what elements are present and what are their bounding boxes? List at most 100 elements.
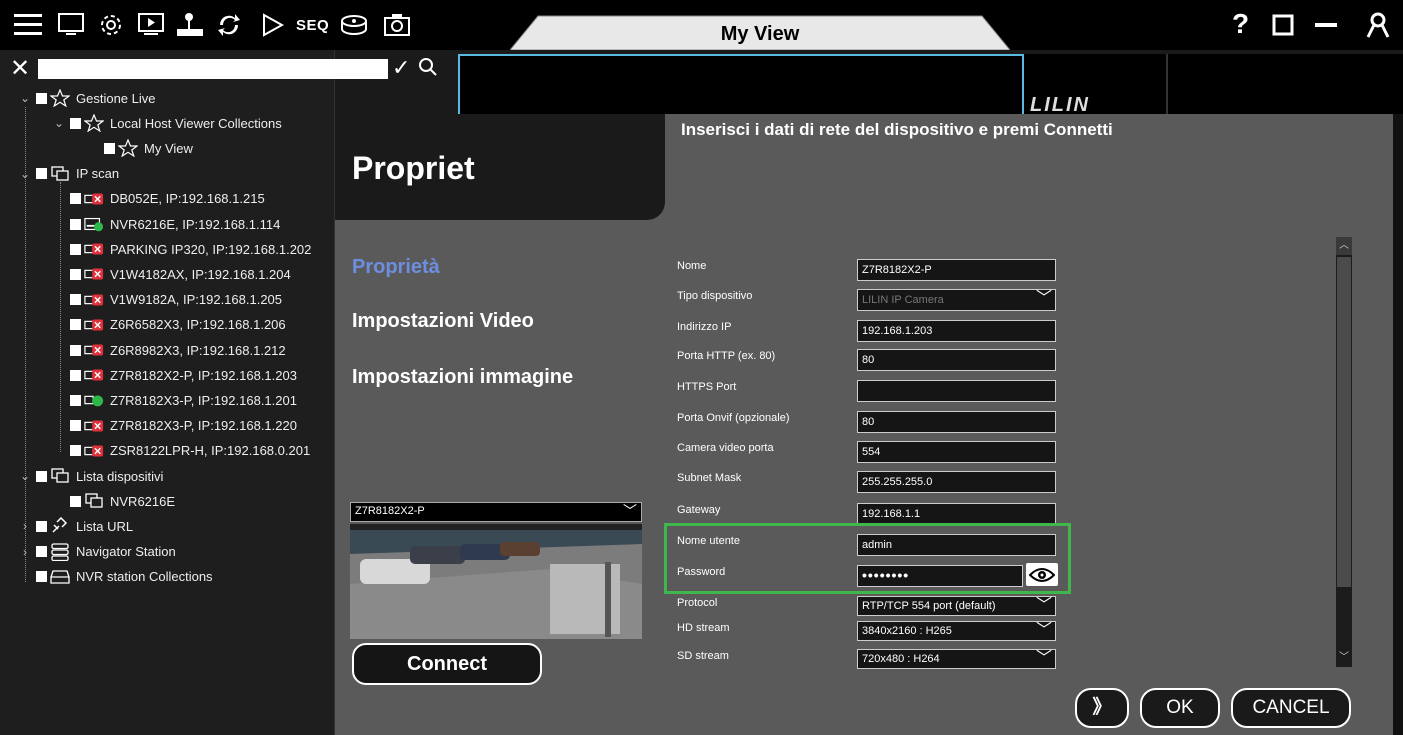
- storage-disk-icon[interactable]: [340, 10, 368, 40]
- tree-node-device[interactable]: DB052E, IP:192.168.1.215: [52, 187, 265, 211]
- ip-address-input[interactable]: 192.168.1.203: [857, 320, 1056, 342]
- sd-stream-select[interactable]: 720x480 : H264 ﹀: [857, 649, 1056, 669]
- tree-node-label: Navigator Station: [76, 544, 176, 560]
- playback-screen-icon[interactable]: [138, 10, 164, 40]
- selected-video-tile[interactable]: [458, 54, 1024, 116]
- tree-node-device[interactable]: PARKING IP320, IP:192.168.1.202: [52, 237, 311, 261]
- tree-node-my-view[interactable]: My View: [86, 136, 193, 160]
- tree-node-navigator-station[interactable]: › Navigator Station: [18, 540, 176, 564]
- tree-checkbox[interactable]: [70, 495, 81, 507]
- onvif-port-input[interactable]: 80: [857, 411, 1056, 433]
- tree-node-device[interactable]: Z7R8182X3-P, IP:192.168.1.201: [52, 388, 297, 412]
- tree-node-label: Local Host Viewer Collections: [110, 115, 282, 131]
- tree-node-ip-scan[interactable]: ⌄ IP scan: [18, 162, 119, 186]
- tree-checkbox[interactable]: [70, 294, 81, 306]
- chevron-down-icon[interactable]: ⌄: [18, 167, 32, 181]
- tree-node-nvr6216e[interactable]: NVR6216E: [52, 489, 175, 513]
- hd-stream-select[interactable]: 3840x2160 : H265 ﹀: [857, 621, 1056, 641]
- protocol-select[interactable]: RTP/TCP 554 port (default) ﹀: [857, 596, 1056, 616]
- tree-checkbox[interactable]: [36, 546, 47, 558]
- tree-node-local-host-collections[interactable]: ⌄ Local Host Viewer Collections: [52, 111, 282, 135]
- search-icon[interactable]: [418, 57, 438, 83]
- tree-checkbox[interactable]: [36, 520, 47, 532]
- subnet-mask-label: Subnet Mask: [677, 472, 742, 484]
- tree-node-lista-url[interactable]: › Lista URL: [18, 514, 133, 538]
- tree-node-label: DB052E, IP:192.168.1.215: [110, 191, 265, 207]
- tree-checkbox[interactable]: [104, 142, 115, 154]
- nav-properties[interactable]: Proprietà: [352, 256, 440, 279]
- tree-checkbox[interactable]: [70, 369, 81, 381]
- name-label: Nome: [677, 260, 707, 272]
- tree-checkbox[interactable]: [70, 243, 81, 255]
- joystick-icon[interactable]: [175, 10, 205, 40]
- gateway-input[interactable]: 192.168.1.1: [857, 503, 1056, 525]
- minimize-icon[interactable]: [1314, 10, 1338, 40]
- credentials-highlight: [664, 523, 1071, 594]
- tree-checkbox[interactable]: [70, 319, 81, 331]
- video-port-input[interactable]: 554: [857, 441, 1056, 463]
- tree-checkbox[interactable]: [70, 394, 81, 406]
- next-button[interactable]: 》: [1075, 688, 1129, 728]
- connect-button[interactable]: Connect: [352, 643, 542, 685]
- tree-checkbox[interactable]: [36, 470, 47, 482]
- confirm-search-icon[interactable]: ✓: [392, 55, 410, 81]
- tree-checkbox[interactable]: [70, 268, 81, 280]
- nav-image-settings[interactable]: Impostazioni immagine: [352, 366, 573, 389]
- nav-video-settings[interactable]: Impostazioni Video: [352, 310, 534, 333]
- settings-gear-icon[interactable]: [98, 10, 124, 40]
- camera-offline-icon: [84, 367, 104, 383]
- chevron-down-icon[interactable]: ⌄: [18, 91, 32, 105]
- maximize-icon[interactable]: [1272, 10, 1294, 40]
- ok-button[interactable]: OK: [1140, 688, 1220, 728]
- device-type-select[interactable]: LILIN IP Camera ﹀: [857, 289, 1056, 311]
- scroll-down-icon[interactable]: ﹀: [1336, 649, 1352, 667]
- chevron-down-icon[interactable]: ⌄: [18, 469, 32, 483]
- subnet-mask-input[interactable]: 255.255.255.0: [857, 471, 1056, 493]
- tree-node-label: V1W4182AX, IP:192.168.1.204: [110, 266, 291, 282]
- view-tab[interactable]: My View: [510, 14, 1010, 50]
- tree-node-gestione-live[interactable]: ⌄ Gestione Live: [18, 86, 156, 110]
- http-port-input[interactable]: 80: [857, 349, 1056, 371]
- play-icon[interactable]: [262, 10, 284, 40]
- tree-checkbox[interactable]: [70, 445, 81, 457]
- tree-checkbox[interactable]: [70, 420, 81, 432]
- tree-node-lista-dispositivi[interactable]: ⌄ Lista dispositivi: [18, 464, 163, 488]
- tree-node-device[interactable]: Z7R8182X3-P, IP:192.168.1.220: [52, 414, 297, 438]
- tree-checkbox[interactable]: [36, 168, 47, 180]
- tree-node-device[interactable]: Z6R8982X3, IP:192.168.1.212: [52, 338, 286, 362]
- fields-scrollbar[interactable]: ︿ ﹀: [1336, 237, 1352, 667]
- tree-checkbox[interactable]: [36, 92, 47, 104]
- cancel-button[interactable]: CANCEL: [1231, 688, 1351, 728]
- https-port-input[interactable]: [857, 380, 1056, 402]
- clear-search-icon[interactable]: ✕: [10, 57, 30, 81]
- tree-node-nvr-station-collections[interactable]: NVR station Collections: [18, 565, 213, 589]
- tree-checkbox[interactable]: [70, 193, 81, 205]
- sync-icon[interactable]: [216, 10, 242, 40]
- tree-node-device[interactable]: V1W9182A, IP:192.168.1.205: [52, 288, 282, 312]
- preview-device-select[interactable]: Z7R8182X2-P ﹀: [350, 502, 642, 522]
- user-icon[interactable]: [1366, 10, 1390, 40]
- snapshot-camera-icon[interactable]: [383, 10, 411, 40]
- chevron-down-icon[interactable]: ⌄: [52, 116, 66, 130]
- tree-node-device[interactable]: NVR6216E, IP:192.168.1.114: [52, 212, 280, 236]
- name-input[interactable]: Z7R8182X2-P: [857, 259, 1056, 281]
- onvif-port-label: Porta Onvif (opzionale): [677, 412, 790, 424]
- monitor-icon[interactable]: [58, 10, 84, 40]
- tree-node-device[interactable]: V1W4182AX, IP:192.168.1.204: [52, 262, 291, 286]
- tree-search-input[interactable]: [38, 59, 388, 79]
- scrollbar-thumb[interactable]: [1337, 257, 1351, 587]
- help-button[interactable]: ?: [1232, 10, 1249, 38]
- tree-node-device[interactable]: ZSR8122LPR-H, IP:192.168.0.201: [52, 439, 310, 463]
- hamburger-menu-icon[interactable]: [14, 10, 42, 40]
- chevron-right-icon[interactable]: ›: [18, 545, 32, 559]
- chevron-right-icon[interactable]: ›: [18, 519, 32, 533]
- tree-checkbox[interactable]: [70, 218, 81, 230]
- sequence-button[interactable]: SEQ: [296, 10, 329, 40]
- tree-checkbox[interactable]: [36, 571, 47, 583]
- show-password-eye-icon[interactable]: [1026, 563, 1058, 586]
- tree-checkbox[interactable]: [70, 344, 81, 356]
- tree-node-device[interactable]: Z7R8182X2-P, IP:192.168.1.203: [52, 363, 297, 387]
- tree-node-device[interactable]: Z6R6582X3, IP:192.168.1.206: [52, 313, 286, 337]
- scroll-up-icon[interactable]: ︿: [1336, 237, 1352, 255]
- tree-checkbox[interactable]: [70, 117, 81, 129]
